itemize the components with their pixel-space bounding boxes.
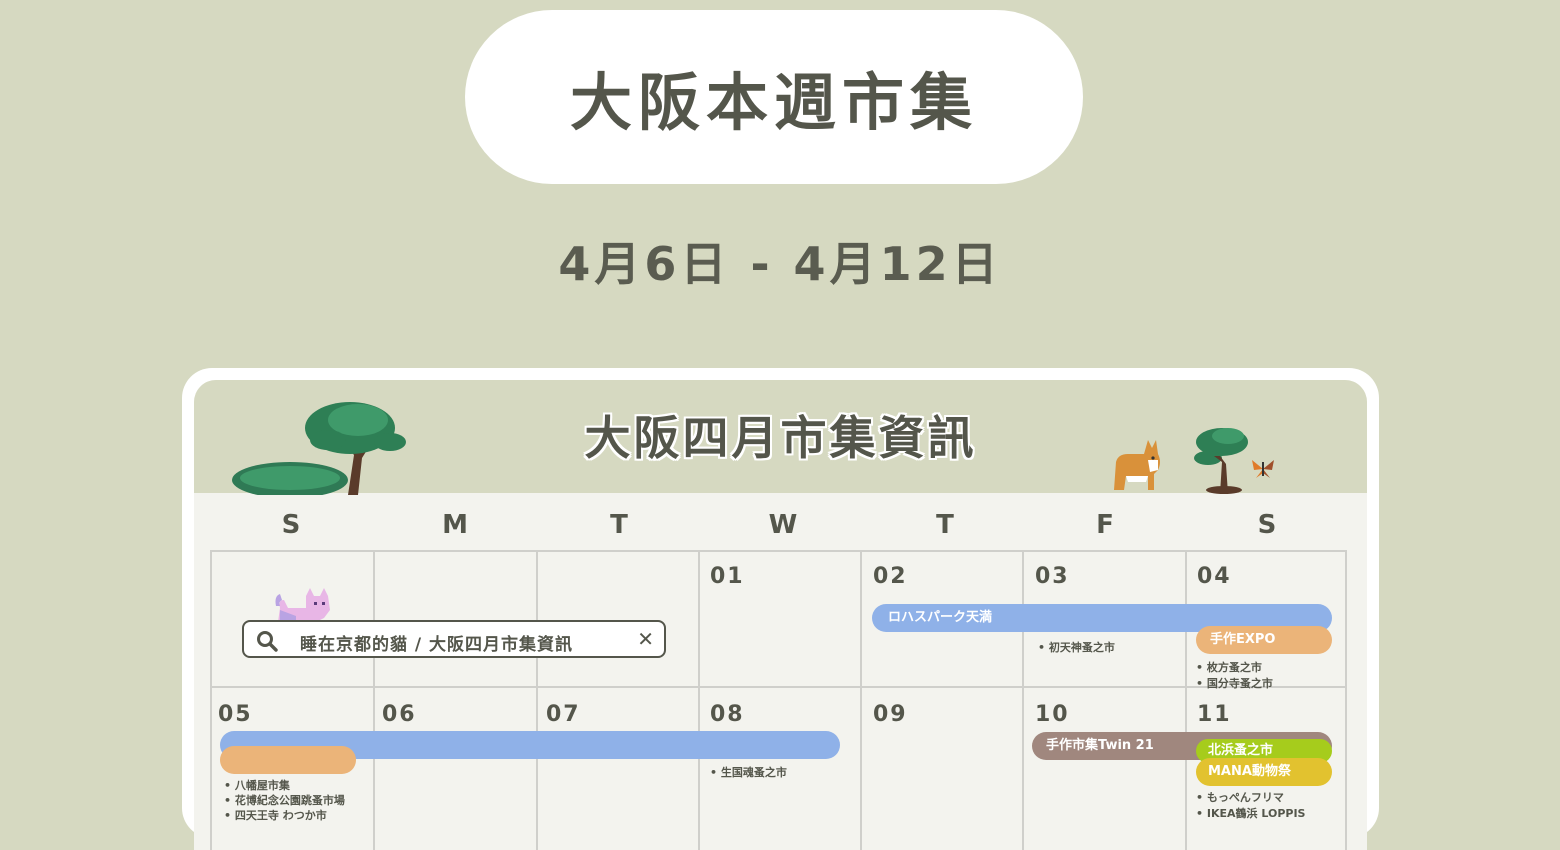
- calendar-banner: 大阪四月市集資訊: [194, 380, 1367, 495]
- weekday-sat: S: [1257, 510, 1277, 540]
- event-bar-orange[interactable]: [220, 746, 356, 774]
- event-note: 生国魂蚤之市: [710, 764, 787, 780]
- close-icon[interactable]: ✕: [637, 627, 654, 651]
- grid-line: [698, 550, 700, 850]
- day-number: 01: [710, 564, 745, 589]
- title-pill: 大阪本週市集: [465, 10, 1083, 184]
- day-number: 11: [1197, 702, 1232, 727]
- corgi-icon: [1114, 440, 1160, 490]
- event-note: 国分寺蚤之市: [1196, 675, 1273, 691]
- grid-line: [210, 550, 1347, 552]
- grid-line: [1022, 550, 1024, 850]
- calendar-body: 大阪四月市集資訊 S M T W T F S 01 02 03 04 睡在京都的…: [194, 380, 1367, 850]
- day-number: 06: [382, 702, 417, 727]
- grid-line: [1185, 550, 1187, 850]
- event-bar-mana[interactable]: MANA動物祭: [1196, 758, 1332, 786]
- event-note: もっぺんフリマ: [1196, 789, 1284, 805]
- grid-line: [210, 550, 212, 850]
- day-number: 09: [873, 702, 908, 727]
- weekday-tue: T: [610, 510, 628, 540]
- grid-line: [536, 550, 538, 850]
- calendar-card: 大阪四月市集資訊 S M T W T F S 01 02 03 04 睡在京都的…: [182, 368, 1379, 850]
- day-number: 08: [710, 702, 745, 727]
- butterfly-icon: [1252, 460, 1274, 478]
- pixel-cat-icon: [275, 588, 330, 622]
- event-note: IKEA鶴浜 LOPPIS: [1196, 805, 1306, 821]
- grid-line: [860, 550, 862, 850]
- weekday-mon: M: [442, 510, 468, 540]
- weekday-sun: S: [281, 510, 301, 540]
- weekday-thu: T: [936, 510, 954, 540]
- day-number: 03: [1035, 564, 1070, 589]
- calendar-title: 大阪四月市集資訊: [584, 411, 977, 465]
- day-number: 07: [546, 702, 581, 727]
- weekday-fri: F: [1096, 510, 1114, 540]
- day-number: 04: [1197, 564, 1232, 589]
- event-note: 八幡屋市集: [224, 777, 290, 793]
- search-bar[interactable]: 睡在京都的貓 / 大阪四月市集資訊 ✕: [242, 620, 666, 658]
- search-text: 睡在京都的貓 / 大阪四月市集資訊: [300, 635, 574, 655]
- event-note: 花博紀念公園跳蚤市場: [224, 792, 345, 808]
- day-number: 05: [218, 702, 253, 727]
- event-note: 枚方蚤之市: [1196, 659, 1262, 675]
- grid-line: [373, 550, 375, 850]
- event-note: 初天神蚤之市: [1038, 639, 1115, 655]
- event-bar-expo[interactable]: 手作EXPO: [1196, 626, 1332, 654]
- date-range: 4月6日 - 4月12日: [558, 237, 1002, 291]
- weekday-wed: W: [768, 510, 798, 540]
- day-number: 10: [1035, 702, 1070, 727]
- day-number: 02: [873, 564, 908, 589]
- event-note: 四天王寺 わつか市: [224, 807, 327, 823]
- page-title: 大阪本週市集: [569, 66, 978, 139]
- grid-line: [1345, 550, 1347, 850]
- grid-line: [210, 686, 1347, 688]
- search-icon: [257, 631, 278, 652]
